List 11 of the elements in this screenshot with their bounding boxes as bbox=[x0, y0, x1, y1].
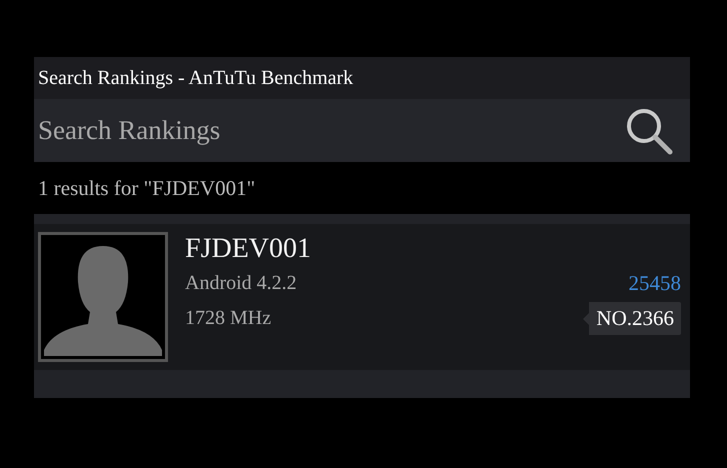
os-version: Android 4.2.2 bbox=[185, 271, 298, 296]
results-count: 1 results for "FJDEV001" bbox=[38, 176, 256, 200]
search-field[interactable]: Search Rankings bbox=[38, 115, 624, 146]
window-title: Search Rankings - AnTuTu Benchmark bbox=[38, 66, 354, 90]
search-bar[interactable]: Search Rankings bbox=[34, 99, 690, 162]
score: 25458 bbox=[628, 270, 681, 296]
cpu-frequency: 1728 MHz bbox=[185, 306, 272, 331]
device-name: FJDEV001 bbox=[185, 232, 312, 266]
avatar-icon bbox=[38, 232, 168, 362]
result-card[interactable]: FJDEV001 Android 4.2.2 1728 MHz 25458 NO.2366 bbox=[34, 224, 690, 370]
rank-badge: NO.2366 bbox=[583, 302, 681, 335]
